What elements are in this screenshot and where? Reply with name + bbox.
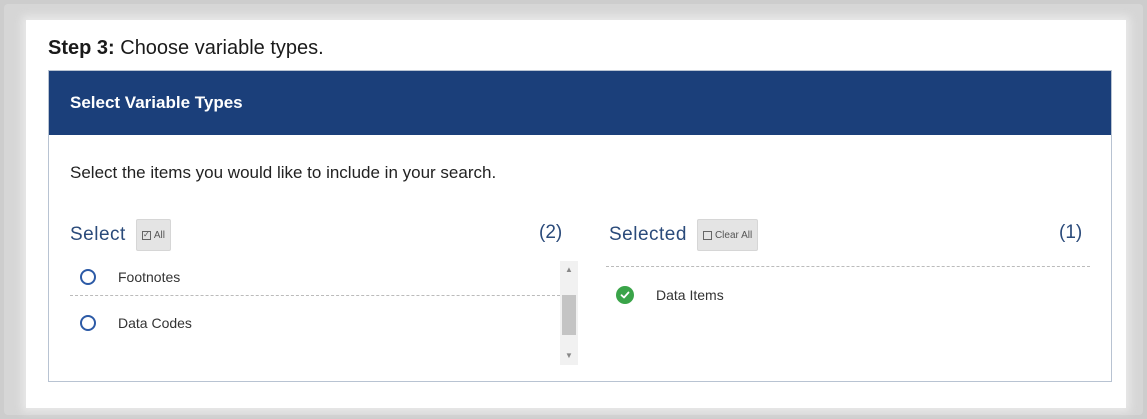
step-text: Choose variable types. bbox=[114, 37, 324, 59]
radio-unchecked-icon bbox=[80, 315, 96, 331]
list-item-data-items[interactable]: Data Items bbox=[606, 281, 1090, 309]
available-count: (2) bbox=[539, 222, 563, 243]
list-item-label: Footnotes bbox=[118, 269, 181, 285]
selected-label: Selected bbox=[609, 224, 687, 245]
scroll-thumb[interactable] bbox=[562, 295, 576, 335]
scroll-up-icon[interactable]: ▲ bbox=[560, 263, 578, 277]
list-divider bbox=[70, 295, 560, 296]
step-label: Step 3: bbox=[48, 37, 115, 59]
panel-header: Select Variable Types bbox=[49, 71, 1111, 135]
list-item-footnotes[interactable]: Footnotes bbox=[70, 263, 560, 291]
selected-count: (1) bbox=[1059, 222, 1083, 243]
list-scrollbar[interactable]: ▲ ▼ bbox=[560, 261, 578, 365]
step-title: Step 3: Choose variable types. bbox=[48, 37, 324, 60]
selected-column-header: Selected Clear All bbox=[609, 218, 759, 252]
select-all-button[interactable]: ✓ All bbox=[135, 219, 171, 251]
clear-all-label: Clear All bbox=[714, 229, 753, 241]
variable-types-panel: Select Variable Types Select the items y… bbox=[48, 70, 1112, 382]
selected-divider bbox=[606, 266, 1090, 267]
available-list: Footnotes Data Codes bbox=[70, 261, 560, 365]
list-item-label: Data Codes bbox=[118, 315, 192, 331]
select-all-label: All bbox=[153, 229, 165, 241]
scroll-down-icon[interactable]: ▼ bbox=[560, 349, 578, 363]
list-item-data-codes[interactable]: Data Codes bbox=[70, 308, 560, 338]
select-column-header: Select ✓ All bbox=[70, 218, 171, 252]
checkbox-empty-icon bbox=[702, 230, 712, 240]
select-label: Select bbox=[70, 224, 126, 245]
clear-all-button[interactable]: Clear All bbox=[696, 219, 759, 251]
list-item-label: Data Items bbox=[656, 287, 724, 303]
radio-unchecked-icon bbox=[80, 269, 96, 285]
instructions-text: Select the items you would like to inclu… bbox=[70, 163, 497, 182]
checkbox-checked-icon: ✓ bbox=[141, 230, 151, 240]
check-circle-icon bbox=[616, 286, 634, 304]
